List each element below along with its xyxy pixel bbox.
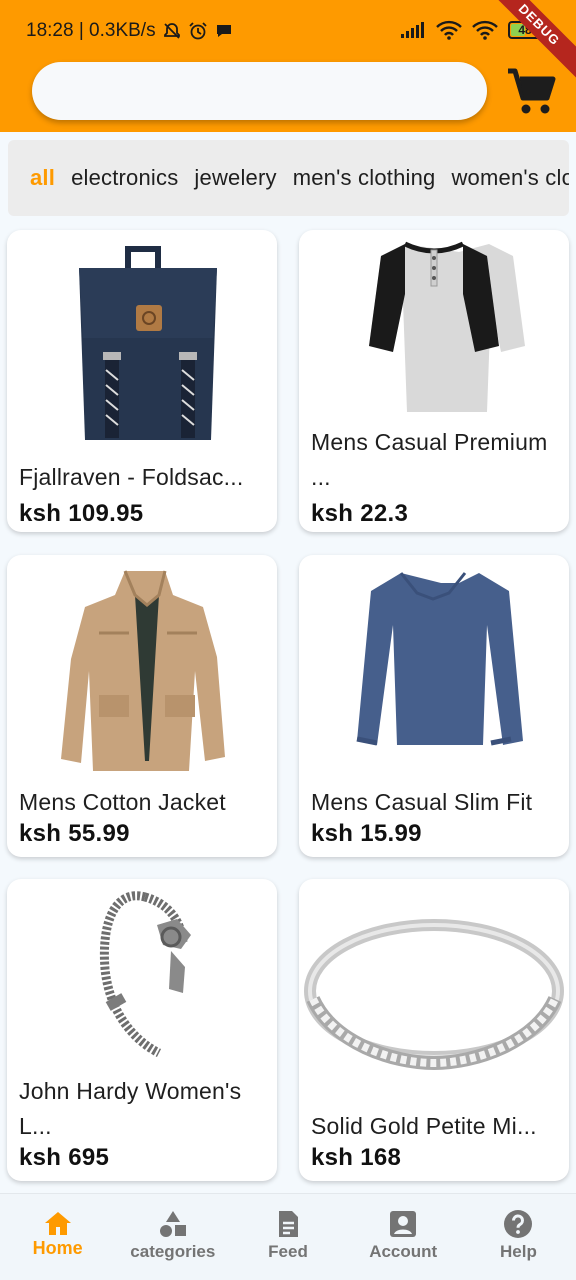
product-name: John Hardy Women's L...: [19, 1078, 242, 1139]
product-price: ksh 695: [19, 1144, 110, 1171]
mute-bell-icon: [162, 21, 182, 41]
app-header: 18:28 | 0.3KB/s 48 DEBUG: [0, 0, 576, 132]
status-bar: 18:28 | 0.3KB/s 48: [0, 0, 576, 60]
category-tab[interactable]: men's clothing: [293, 165, 436, 191]
product-card[interactable]: Mens Casual Slim Fit ksh 15.99: [299, 555, 569, 857]
product-name: Mens Cotton Jacket: [19, 789, 226, 815]
cart-icon[interactable]: [505, 64, 559, 118]
product-card[interactable]: Solid Gold Petite Mi... ksh 168: [299, 879, 569, 1181]
product-price: ksh 15.99: [311, 820, 422, 847]
tshirt-image: [369, 241, 525, 412]
bracelet-image: [99, 891, 191, 1058]
signal-icon: [401, 22, 424, 38]
nav-account[interactable]: Account: [346, 1194, 461, 1280]
nav-label: categories: [130, 1242, 216, 1261]
category-tab[interactable]: jewelery: [194, 165, 276, 191]
bottom-navigation: Home categories Feed Account Help: [0, 1193, 576, 1280]
categories-icon: [159, 1211, 186, 1237]
product-name: Solid Gold Petite Mi...: [311, 1113, 537, 1139]
nav-label: Feed: [268, 1242, 308, 1261]
nav-categories[interactable]: categories: [115, 1194, 230, 1280]
nav-home[interactable]: Home: [0, 1194, 115, 1280]
feed-icon: [279, 1211, 298, 1237]
product-price: ksh 168: [311, 1144, 402, 1171]
search-input[interactable]: [32, 62, 487, 120]
product-name: Fjallraven - Foldsac...: [19, 464, 244, 490]
category-bar: all electronics jewelery men's clothing wome…: [8, 140, 569, 216]
product-price: ksh 55.99: [19, 820, 130, 847]
nav-label: Home: [32, 1238, 83, 1258]
product-name: Mens Casual Slim Fit: [311, 789, 533, 815]
jacket-image: [61, 570, 225, 771]
product-card[interactable]: Mens Cotton Jacket ksh 55.99: [7, 555, 277, 857]
help-icon: [504, 1210, 533, 1238]
category-tab[interactable]: women's clothing: [451, 165, 569, 191]
app-screen: 18:28 | 0.3KB/s 48 DEBUG all electronics…: [0, 0, 576, 1280]
product-price: ksh 109.95: [19, 500, 144, 527]
status-left: 18:28 | 0.3KB/s: [26, 20, 234, 42]
category-tab[interactable]: electronics: [71, 165, 178, 191]
nav-label: Help: [499, 1242, 537, 1261]
ring-image: [304, 919, 564, 1071]
account-icon: [390, 1211, 417, 1237]
longsleeve-image: [356, 572, 523, 746]
product-card[interactable]: Mens Casual Premium ... ksh 22.3: [299, 230, 569, 532]
product-name: Mens Casual Premium ...: [311, 429, 548, 490]
wifi-icon: [436, 20, 462, 40]
message-icon: [214, 21, 234, 41]
product-price: ksh 22.3: [311, 500, 409, 527]
category-tab[interactable]: all: [30, 165, 55, 191]
status-time-speed: 18:28 | 0.3KB/s: [26, 20, 156, 41]
alarm-icon: [188, 21, 208, 41]
wifi-icon-2: [472, 20, 498, 40]
nav-label: Account: [369, 1242, 438, 1261]
backpack-image: [79, 246, 217, 440]
category-list: all electronics jewelery men's clothing wome…: [30, 140, 569, 216]
nav-help[interactable]: Help: [461, 1194, 576, 1280]
product-card[interactable]: John Hardy Women's L... ksh 695: [7, 879, 277, 1181]
product-card[interactable]: Fjallraven - Foldsac... ksh 109.95: [7, 230, 277, 532]
home-icon: [44, 1212, 71, 1235]
nav-feed[interactable]: Feed: [230, 1194, 345, 1280]
